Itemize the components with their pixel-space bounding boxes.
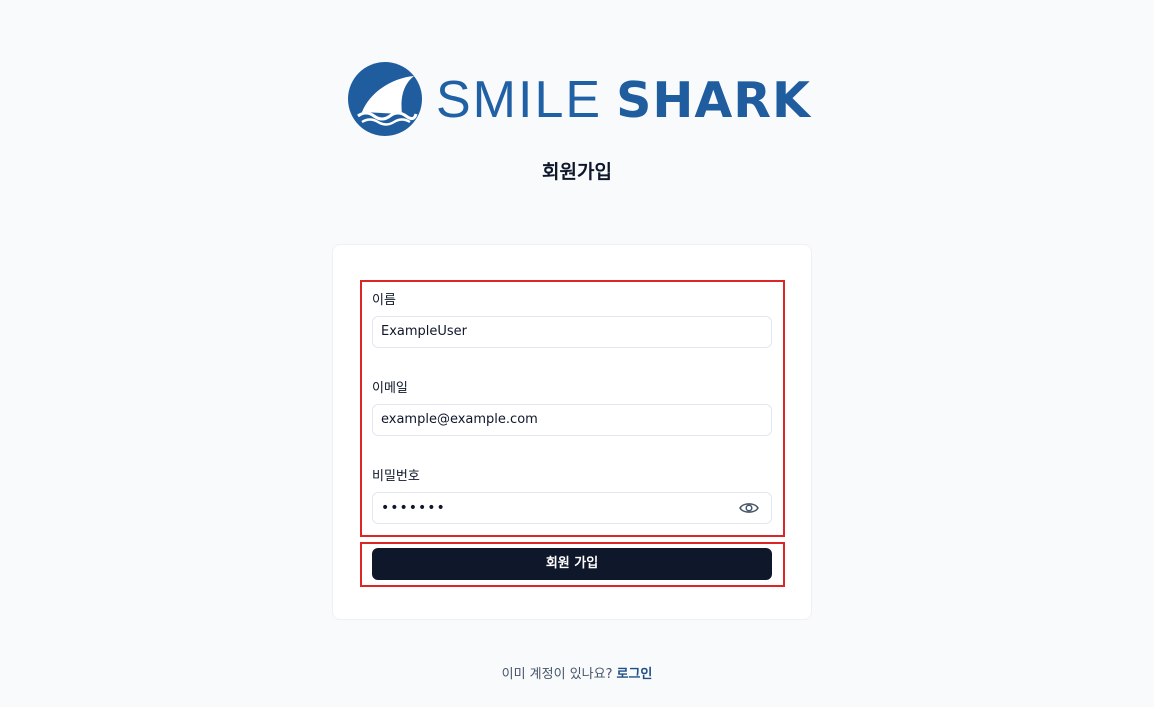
login-link[interactable]: 로그인 [616,667,652,682]
brand-name-light: SMILE [436,71,603,129]
password-input-value: ••••••• [381,500,446,516]
signup-button[interactable]: 회원 가입 [372,548,772,580]
email-input-value: example@example.com [381,412,538,427]
password-label: 비밀번호 [372,469,420,484]
email-input[interactable]: example@example.com [372,404,772,436]
email-label: 이메일 [372,381,408,396]
name-input-value: ExampleUser [381,324,468,339]
page-title: 회원가입 [542,161,612,183]
name-input[interactable]: ExampleUser [372,316,772,348]
brand-name-bold: SHARK [616,72,811,129]
name-label: 이름 [372,293,396,308]
eye-icon[interactable] [739,500,759,516]
brand-logo: SMILE SHARK [348,62,811,136]
login-prompt: 이미 계정이 있나요? 로그인 [0,663,1154,682]
login-prompt-text: 이미 계정이 있나요? [501,667,613,682]
shark-fin-icon [348,62,422,136]
password-input[interactable]: ••••••• [372,492,772,524]
